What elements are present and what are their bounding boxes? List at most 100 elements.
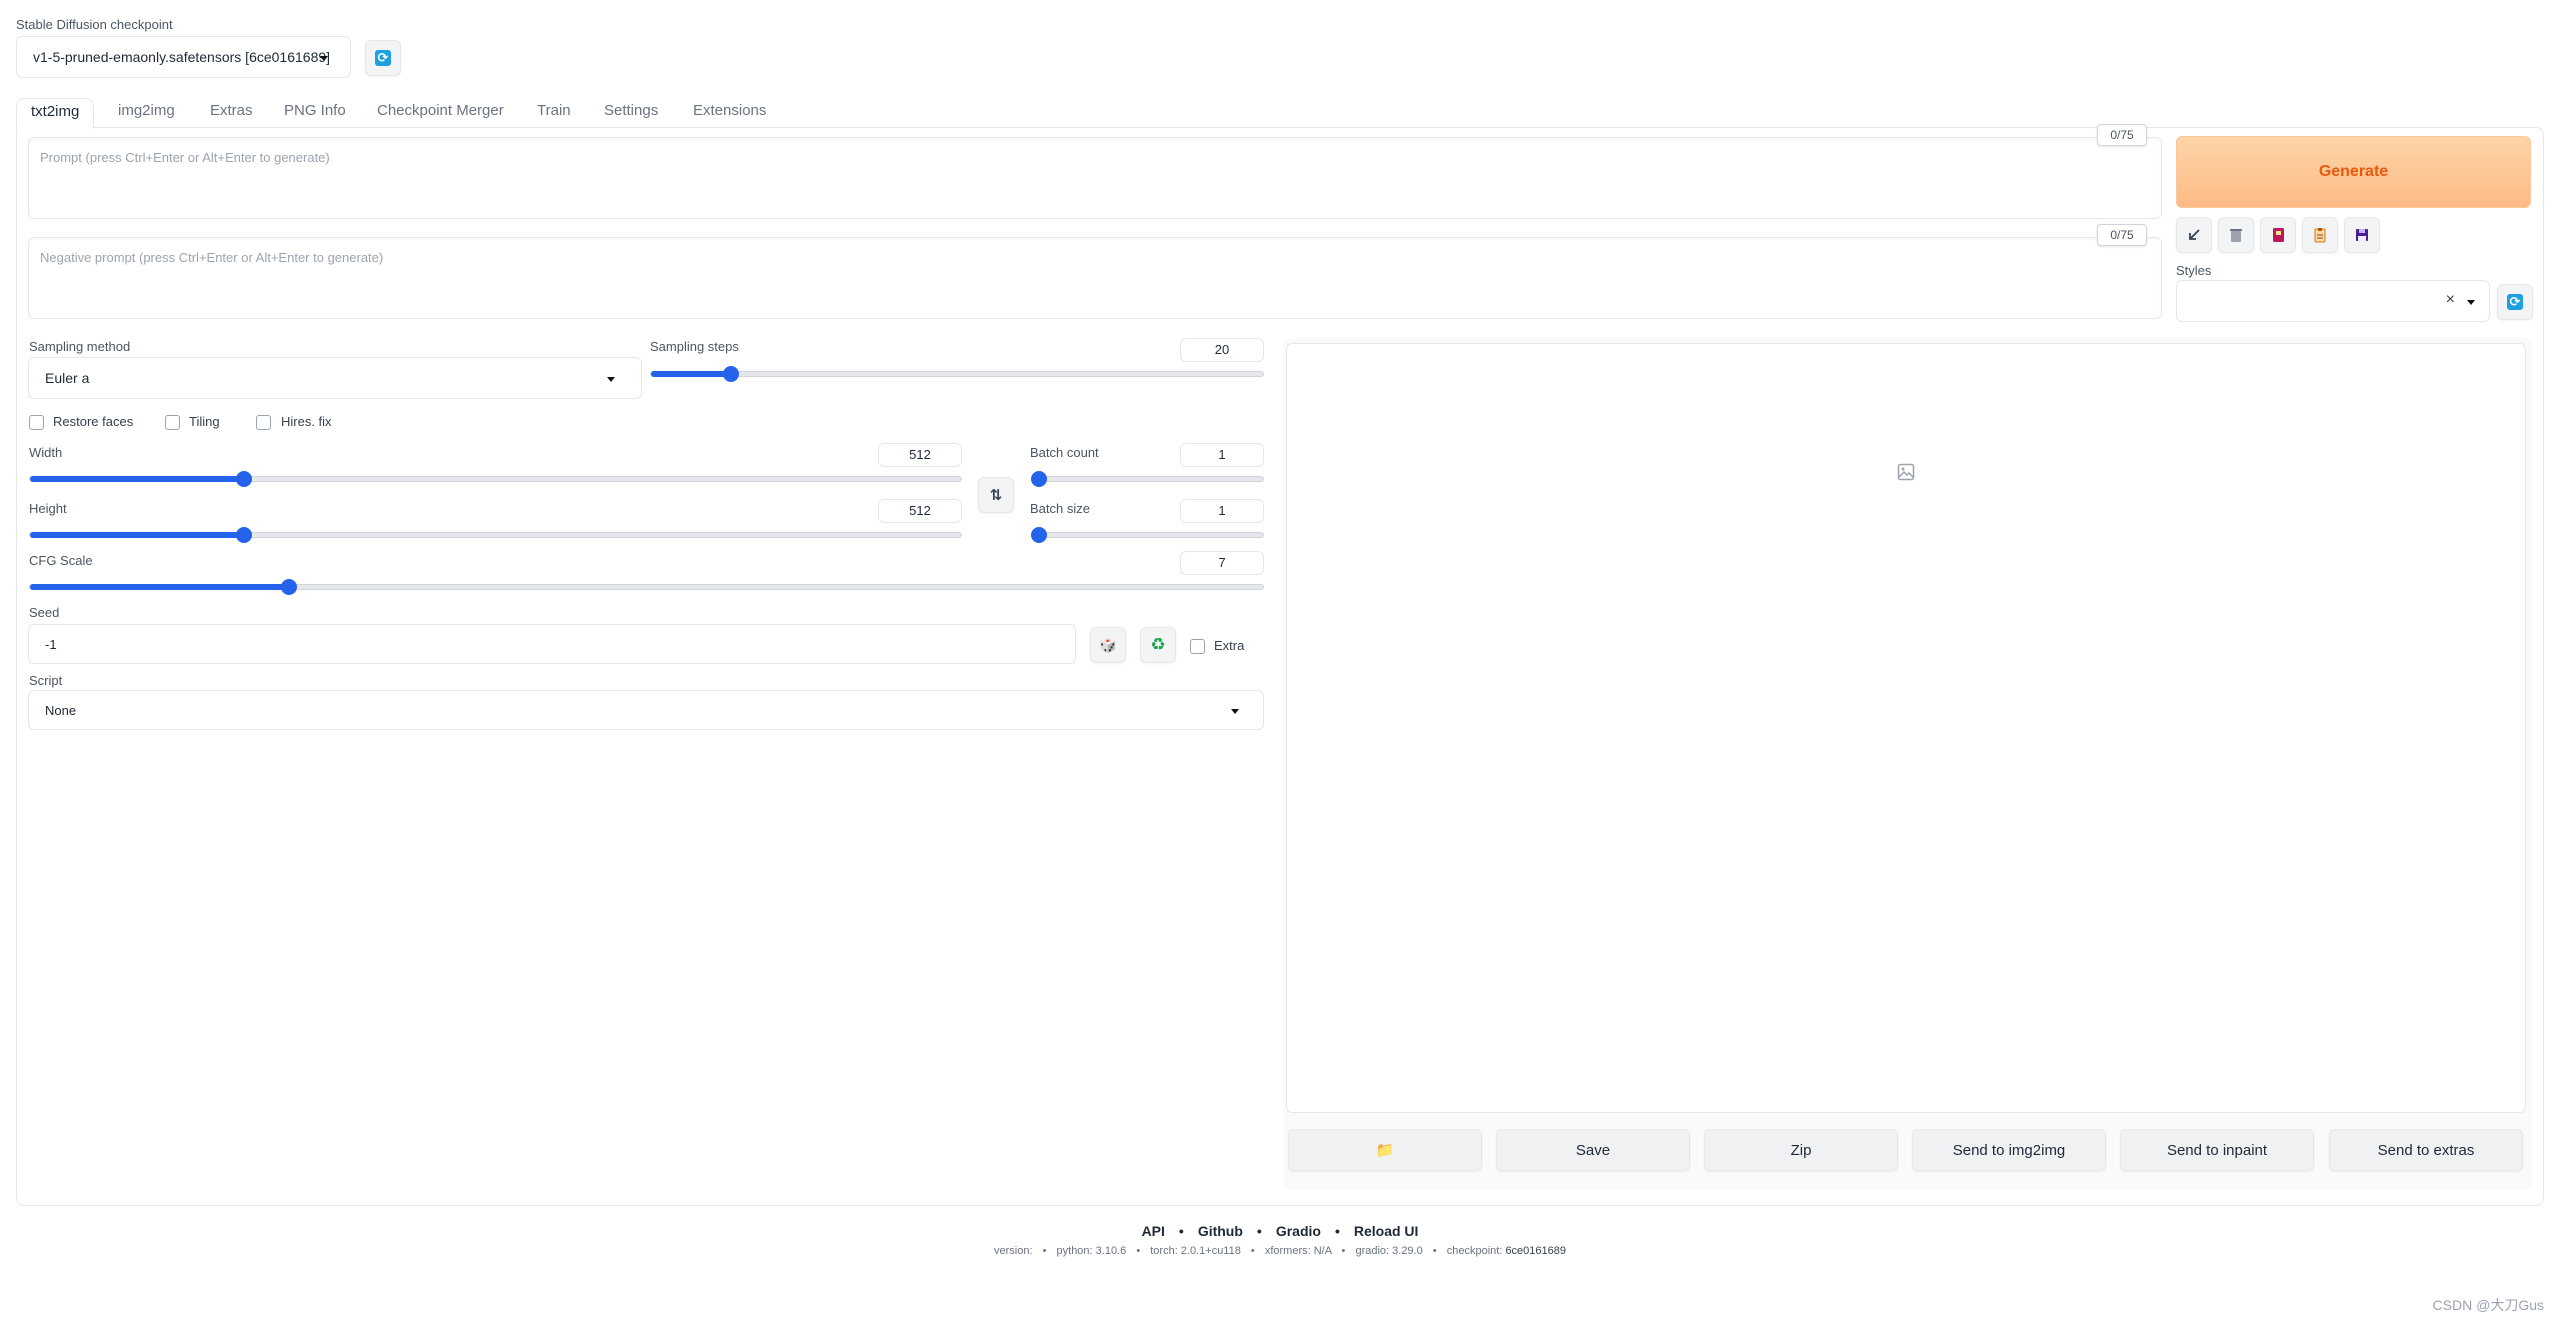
height-slider[interactable]	[29, 527, 962, 543]
prompt-input[interactable]: Prompt (press Ctrl+Enter or Alt+Enter to…	[28, 137, 2162, 219]
tab-settings[interactable]: Settings	[590, 98, 672, 128]
chevron-down-icon	[2467, 300, 2475, 305]
send-to-inpaint-button[interactable]: Send to inpaint	[2120, 1129, 2314, 1171]
batch-size-input[interactable]: 1	[1180, 499, 1264, 523]
folder-icon: 📁	[1375, 1142, 1395, 1159]
batch-count-slider[interactable]	[1031, 471, 1264, 487]
footer-links: API • Github • Gradio • Reload UI	[0, 1223, 2560, 1239]
hires-fix-label: Hires. fix	[281, 414, 332, 429]
clear-prompt-button[interactable]	[2218, 217, 2254, 253]
styles-label: Styles	[2176, 263, 2212, 278]
slider-thumb[interactable]	[722, 366, 739, 382]
tab-checkpoint-merger[interactable]: Checkpoint Merger	[363, 98, 518, 128]
batch-count-input[interactable]: 1	[1180, 443, 1264, 467]
batch-size-label: Batch size	[1030, 501, 1090, 516]
slider-thumb[interactable]	[236, 527, 253, 543]
save-style-button[interactable]	[2344, 217, 2380, 253]
tiling-checkbox[interactable]	[165, 415, 180, 430]
negative-prompt-input[interactable]: Negative prompt (press Ctrl+Enter or Alt…	[28, 237, 2162, 319]
tab-img2img[interactable]: img2img	[104, 98, 189, 128]
sampling-steps-input[interactable]: 20	[1180, 338, 1264, 362]
footer-dot: •	[1250, 1245, 1255, 1257]
restore-faces-checkbox[interactable]	[29, 415, 44, 430]
chevron-down-icon	[1231, 709, 1239, 714]
swap-dimensions-button[interactable]: ⇅	[978, 477, 1014, 513]
sampling-method-value: Euler a	[45, 370, 90, 386]
footer-separator: •	[1178, 1223, 1184, 1239]
refresh-checkpoint-button[interactable]: ⟳	[365, 40, 401, 76]
dice-icon: 🎲	[1099, 636, 1117, 653]
styles-select[interactable]: ×	[2176, 280, 2490, 322]
slider-thumb[interactable]	[1031, 527, 1047, 543]
script-select[interactable]: None	[28, 690, 1264, 730]
extra-seed-checkbox[interactable]	[1190, 639, 1205, 654]
clear-styles-icon[interactable]: ×	[2446, 291, 2455, 309]
footer-link-github[interactable]: Github	[1198, 1223, 1243, 1239]
batch-size-slider[interactable]	[1031, 527, 1264, 543]
width-input[interactable]: 512	[878, 443, 962, 467]
refresh-styles-button[interactable]: ⟳	[2497, 284, 2533, 320]
checkpoint-label: Stable Diffusion checkpoint	[16, 17, 173, 32]
seed-input[interactable]: -1	[28, 624, 1076, 664]
slider-thumb[interactable]	[280, 579, 297, 595]
open-folder-button[interactable]: 📁	[1288, 1129, 1482, 1171]
book-icon	[2273, 228, 2284, 242]
width-slider[interactable]	[29, 471, 962, 487]
sampling-method-label: Sampling method	[29, 339, 131, 354]
hires-fix-checkbox[interactable]	[256, 415, 271, 430]
send-to-extras-button[interactable]: Send to extras	[2329, 1129, 2523, 1171]
slider-thumb[interactable]	[1031, 471, 1047, 487]
footer-link-reload-ui[interactable]: Reload UI	[1354, 1223, 1419, 1239]
generate-button[interactable]: Generate	[2176, 136, 2531, 208]
extra-seed-label: Extra	[1214, 638, 1245, 653]
save-button[interactable]: Save	[1496, 1129, 1690, 1171]
sampling-steps-slider[interactable]	[650, 366, 1264, 382]
apply-style-button[interactable]	[2302, 217, 2338, 253]
checkpoint-hash: 6ce0161689	[1505, 1245, 1566, 1257]
zip-button[interactable]: Zip	[1704, 1129, 1898, 1171]
tab-extensions[interactable]: Extensions	[679, 98, 780, 128]
footer-dot: •	[1341, 1245, 1346, 1257]
arrow-icon	[2189, 229, 2200, 240]
tab-train[interactable]: Train	[523, 98, 585, 128]
image-gallery	[1286, 343, 2526, 1113]
send-to-img2img-button[interactable]: Send to img2img	[1912, 1129, 2106, 1171]
reuse-seed-button[interactable]: ♻	[1140, 627, 1176, 663]
torch-version: torch: 2.0.1+cu118	[1150, 1245, 1241, 1257]
cfg-scale-slider[interactable]	[29, 579, 1264, 595]
footer-dot: •	[1042, 1245, 1047, 1257]
negative-prompt-token-counter: 0/75	[2097, 224, 2147, 246]
footer-link-gradio[interactable]: Gradio	[1276, 1223, 1321, 1239]
image-icon	[1897, 463, 1915, 481]
footer-dot: •	[1432, 1245, 1437, 1257]
sampling-steps-label: Sampling steps	[650, 339, 739, 354]
clipboard-icon	[2314, 228, 2326, 243]
seed-label: Seed	[29, 605, 60, 620]
gradio-version: gradio: 3.29.0	[1355, 1245, 1423, 1257]
seed-value: -1	[45, 636, 57, 652]
cfg-scale-input[interactable]: 7	[1180, 551, 1264, 575]
footer-dot: •	[1136, 1245, 1141, 1257]
slider-thumb[interactable]	[236, 471, 253, 487]
tab-extras[interactable]: Extras	[196, 98, 267, 128]
chevron-down-icon	[607, 377, 615, 382]
checkpoint-select[interactable]: v1-5-pruned-emaonly.safetensors [6ce0161…	[16, 36, 351, 78]
refresh-icon: ⟳	[2507, 294, 2523, 310]
random-seed-button[interactable]: 🎲	[1090, 627, 1126, 663]
checkpoint-value: v1-5-pruned-emaonly.safetensors [6ce0161…	[33, 49, 331, 65]
height-input[interactable]: 512	[878, 499, 962, 523]
tiling-label: Tiling	[189, 414, 220, 429]
read-params-button[interactable]	[2176, 217, 2212, 253]
python-version: python: 3.10.6	[1056, 1245, 1127, 1257]
tab-txt2img[interactable]: txt2img	[16, 98, 95, 129]
extra-networks-button[interactable]	[2260, 217, 2296, 253]
tab-png-info[interactable]: PNG Info	[270, 98, 360, 128]
xformers-version: xformers: N/A	[1264, 1245, 1332, 1257]
sampling-method-select[interactable]: Euler a	[28, 357, 642, 399]
footer-link-api[interactable]: API	[1142, 1223, 1165, 1239]
recycle-icon: ♻	[1150, 635, 1166, 654]
script-label: Script	[29, 673, 63, 688]
negative-prompt-placeholder: Negative prompt (press Ctrl+Enter or Alt…	[40, 250, 384, 265]
batch-count-label: Batch count	[1030, 445, 1099, 460]
save-icon	[2356, 229, 2368, 241]
